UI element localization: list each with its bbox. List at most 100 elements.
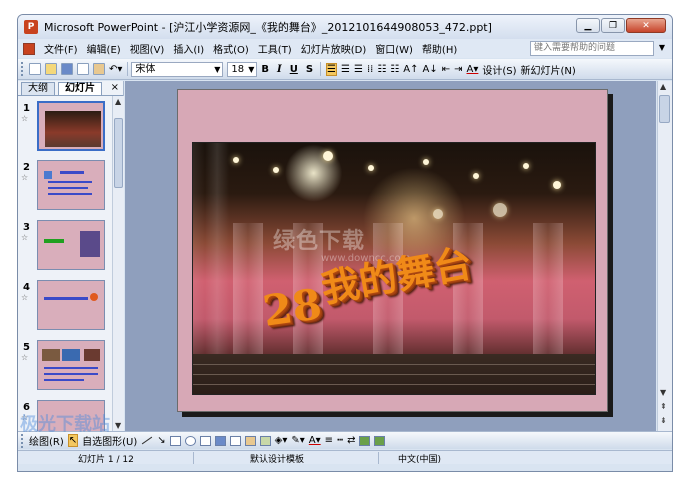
font-color-icon[interactable]: A▾: [467, 64, 479, 75]
indent-icon[interactable]: ⇤: [442, 64, 450, 75]
scroll-up-icon[interactable]: ▲: [115, 97, 121, 106]
menu-format[interactable]: 格式(O): [213, 41, 249, 56]
slide-thumbnail-5[interactable]: 5 ☆: [18, 340, 112, 394]
diagram-tool-icon[interactable]: [229, 435, 241, 446]
slide-scrollbar[interactable]: ▲ ▼ ⇞ ⇟: [657, 81, 672, 431]
save-icon[interactable]: [61, 63, 73, 75]
increase-font-icon[interactable]: A↑: [403, 64, 418, 75]
menu-window[interactable]: 窗口(W): [375, 41, 413, 56]
slide-number: 2: [23, 162, 30, 173]
arrow-tool-icon[interactable]: ↘: [157, 435, 165, 446]
stage-photo[interactable]: 绿色下载 www.downcc.com 28 我的舞台: [192, 142, 596, 395]
seat-row: [193, 384, 595, 388]
rectangle-tool-icon[interactable]: [169, 435, 181, 446]
numbering-icon[interactable]: ☷: [377, 64, 386, 75]
slide-thumbnail-1[interactable]: 1 ☆: [18, 101, 112, 155]
scroll-up-icon[interactable]: ▲: [660, 82, 666, 91]
clipart-tool-icon[interactable]: [244, 435, 256, 446]
menu-slideshow[interactable]: 幻灯片放映(D): [301, 41, 367, 56]
paste-icon[interactable]: [93, 63, 105, 75]
bold-button[interactable]: B: [261, 64, 269, 75]
print-icon[interactable]: [77, 63, 89, 75]
shadow-button[interactable]: S: [306, 64, 313, 75]
undo-icon[interactable]: ↶▾: [109, 64, 122, 75]
picture-tool-icon[interactable]: [259, 435, 271, 446]
minimize-button[interactable]: ▁: [576, 18, 600, 33]
minimize-icon: ▁: [584, 20, 592, 31]
slide-thumbnail-4[interactable]: 4 ☆: [18, 280, 112, 334]
help-search-input[interactable]: 键入需要帮助的问题: [530, 41, 654, 56]
text-color-icon[interactable]: A▾: [309, 435, 321, 446]
curtain-fold: [233, 223, 263, 373]
document-icon[interactable]: [23, 42, 35, 55]
stage-light: [433, 209, 443, 219]
slide-thumbnail-list: 1 ☆ 2 ☆ 3 ☆ 4 ☆ 5 ☆ 6 ☆: [18, 96, 112, 431]
window-controls: ▁ ❐ ✕: [576, 18, 666, 33]
slide-number-art[interactable]: 28: [260, 279, 325, 336]
open-folder-icon[interactable]: [45, 63, 57, 75]
scrollbar-thumb[interactable]: [659, 95, 670, 123]
menu-tools[interactable]: 工具(T): [258, 41, 292, 56]
tab-slides[interactable]: 幻灯片: [58, 82, 102, 95]
distribute-icon[interactable]: ⁞⁞: [367, 64, 373, 75]
thumbnail-image: [37, 160, 105, 210]
new-slide-button[interactable]: 新幻灯片(N): [521, 62, 576, 77]
bullets-icon[interactable]: ☷: [390, 64, 399, 75]
slide-thumbnail-3[interactable]: 3 ☆: [18, 220, 112, 274]
previous-slide-icon[interactable]: ⇞: [660, 402, 667, 411]
align-right-icon[interactable]: ☰: [354, 64, 363, 75]
seat-row: [193, 374, 595, 378]
toolbar-grip[interactable]: [21, 62, 24, 76]
wordart-tool-icon[interactable]: [214, 435, 226, 446]
stage-light: [323, 151, 333, 161]
line-style-icon[interactable]: ≡: [325, 435, 333, 446]
align-left-icon[interactable]: ☰: [326, 62, 338, 76]
menu-file[interactable]: 文件(F): [44, 41, 78, 56]
status-template: 默认设计模板: [250, 455, 305, 465]
help-dropdown-icon[interactable]: ▼: [659, 43, 665, 52]
scroll-down-icon[interactable]: ▼: [115, 421, 121, 430]
line-color-icon[interactable]: ✎▾: [291, 435, 304, 446]
status-divider: [193, 452, 194, 464]
menu-help[interactable]: 帮助(H): [422, 41, 457, 56]
stage-light: [233, 157, 239, 163]
menu-view[interactable]: 视图(V): [130, 41, 165, 56]
thumbnail-image: [37, 340, 105, 390]
font-name-select[interactable]: 宋体 ▼: [131, 61, 224, 77]
powerpoint-app-icon[interactable]: P: [24, 20, 38, 34]
design-button[interactable]: 设计(S): [482, 62, 516, 77]
slide-thumbnail-2[interactable]: 2 ☆: [18, 160, 112, 214]
new-file-icon[interactable]: [29, 63, 41, 75]
close-button[interactable]: ✕: [626, 18, 666, 33]
fill-color-icon[interactable]: ◈▾: [275, 435, 288, 446]
dash-style-icon[interactable]: ┅: [337, 435, 343, 446]
oval-tool-icon[interactable]: [184, 435, 196, 446]
outdent-icon[interactable]: ⇥: [454, 64, 462, 75]
animation-star-icon: ☆: [21, 173, 29, 182]
decrease-font-icon[interactable]: A↓: [422, 64, 437, 75]
menu-insert[interactable]: 插入(I): [173, 41, 204, 56]
stage-floor: [193, 354, 595, 394]
stage-light: [473, 173, 479, 179]
line-tool-icon[interactable]: [142, 436, 153, 445]
italic-button[interactable]: I: [277, 64, 282, 75]
menu-edit[interactable]: 编辑(E): [87, 41, 121, 56]
slides-pane: 大纲 幻灯片 × 1 ☆ 2 ☆ 3 ☆ 4 ☆ 5 ☆ 6 ☆ ▲ ▼: [18, 81, 124, 431]
thumbnail-image: [37, 101, 105, 151]
next-slide-icon[interactable]: ⇟: [660, 416, 667, 425]
menu-bar: 文件(F) 编辑(E) 视图(V) 插入(I) 格式(O) 工具(T) 幻灯片放…: [18, 39, 672, 58]
shadow-style-icon[interactable]: [359, 435, 371, 446]
tab-outline[interactable]: 大纲: [21, 82, 55, 95]
close-pane-icon[interactable]: ×: [111, 82, 119, 93]
textbox-tool-icon[interactable]: [199, 435, 211, 446]
arrow-style-icon[interactable]: ⇄: [347, 435, 355, 446]
scroll-down-icon[interactable]: ▼: [660, 388, 666, 397]
scrollbar-thumb[interactable]: [114, 118, 123, 188]
underline-button[interactable]: U: [290, 64, 298, 75]
thumbnail-scrollbar[interactable]: ▲ ▼: [112, 96, 124, 431]
3d-style-icon[interactable]: [374, 435, 386, 446]
font-size-select[interactable]: 18 ▼: [227, 61, 258, 77]
current-slide[interactable]: 绿色下载 www.downcc.com 28 我的舞台: [177, 89, 608, 412]
align-center-icon[interactable]: ☰: [341, 64, 350, 75]
restore-button[interactable]: ❐: [601, 18, 625, 33]
